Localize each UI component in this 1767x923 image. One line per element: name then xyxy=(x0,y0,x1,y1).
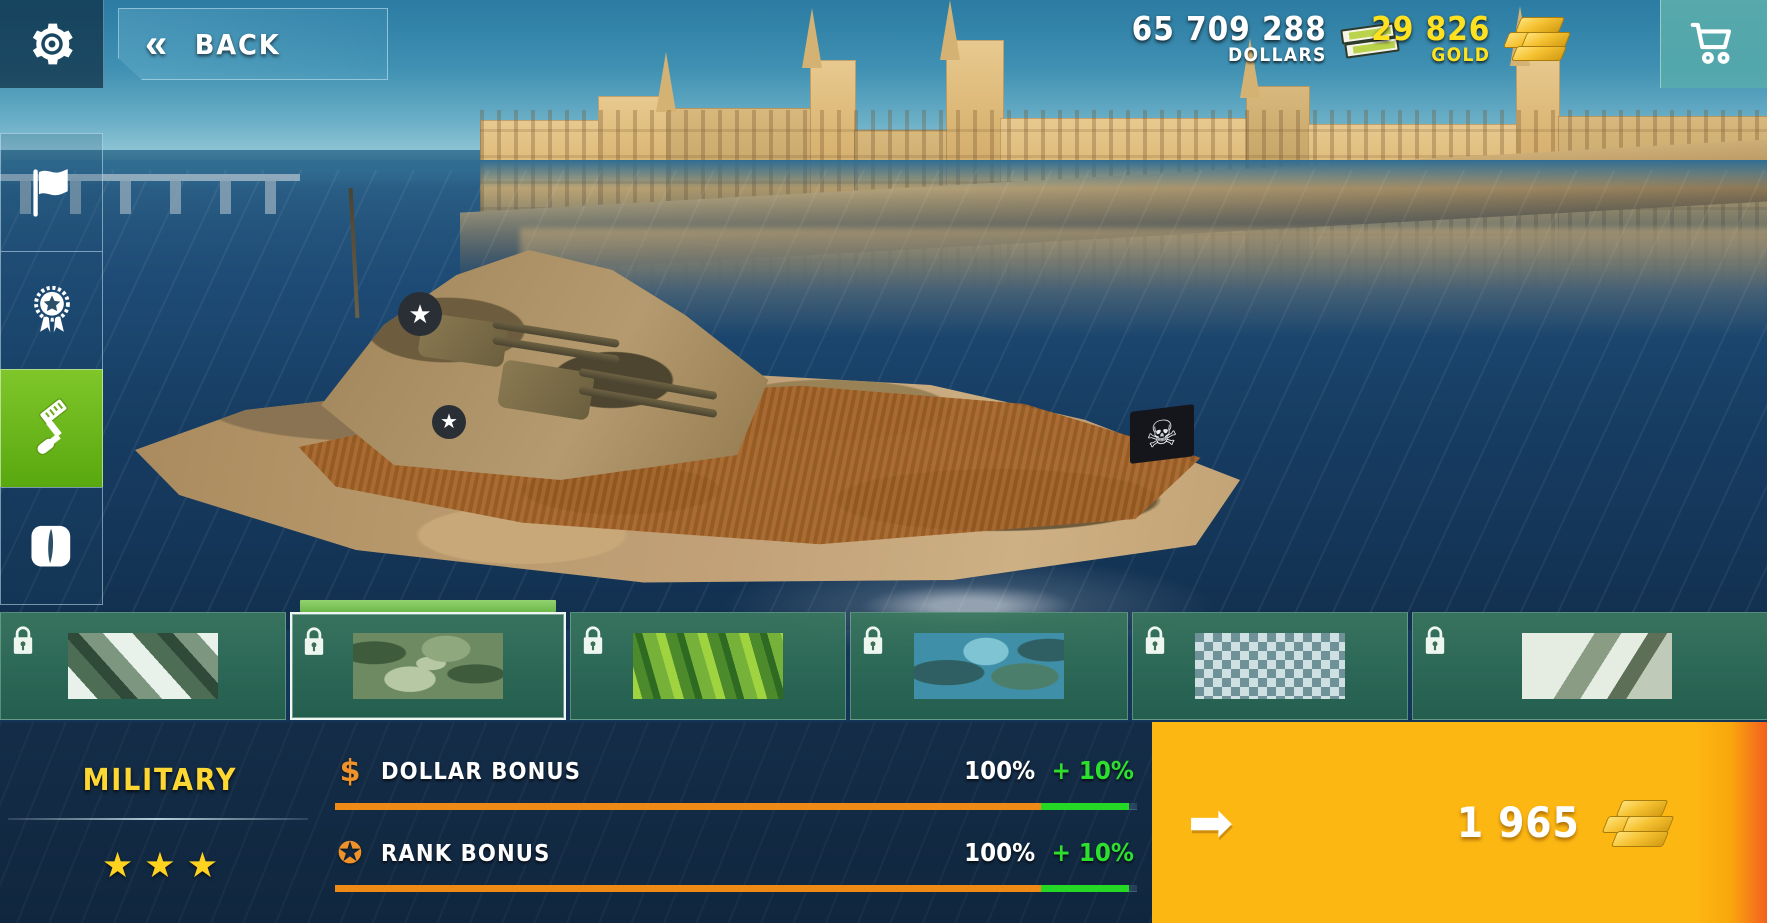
gear-icon xyxy=(32,23,73,65)
bonus-list: $ DOLLAR BONUS 100% + 10% ✪ RANK BONUS 100% + 1… xyxy=(325,722,1145,923)
dollars-label: DOLLARS xyxy=(1227,43,1327,66)
selected-camo-info: MILITARY ★ ★ ★ xyxy=(0,722,320,923)
sidebar-item-camouflage[interactable] xyxy=(0,369,103,487)
camo-swatch xyxy=(1195,633,1345,699)
rank-bonus-label: RANK BONUS xyxy=(381,840,551,867)
camo-tile-4[interactable] xyxy=(850,612,1128,720)
spire xyxy=(802,8,822,68)
ship-superstructure xyxy=(321,250,769,480)
rating-star: ★ xyxy=(101,845,134,885)
spire xyxy=(940,0,960,60)
purchase-button[interactable]: ➡ 1 965 xyxy=(1152,722,1767,923)
bonus-progress-track xyxy=(335,802,1137,810)
dollar-bonus-values: 100% + 10% xyxy=(961,756,1137,785)
camo-swatch xyxy=(68,633,218,699)
game-screen: ★ ★ « BACK 65 709 288 DOLLARS xyxy=(0,0,1767,923)
gold-label: GOLD xyxy=(1431,43,1491,66)
sidebar-item-flag[interactable] xyxy=(0,133,103,251)
camo-tile-6[interactable] xyxy=(1412,612,1767,720)
camo-swatch xyxy=(914,633,1064,699)
bonus-base-value: 100% xyxy=(964,755,1036,785)
bonus-progress-track xyxy=(335,884,1137,892)
lock-icon xyxy=(1142,624,1168,656)
ship-star-roundel: ★ xyxy=(398,292,442,336)
spire xyxy=(656,52,676,112)
gold-value: 29 826 xyxy=(1371,9,1491,48)
shopping-cart-icon xyxy=(1690,22,1732,64)
price-value: 1 965 xyxy=(1457,798,1581,847)
settings-button[interactable] xyxy=(0,0,104,88)
lock-icon xyxy=(10,624,36,656)
decal-shape-icon xyxy=(30,525,70,567)
lock-icon xyxy=(860,624,886,656)
back-button-label: BACK xyxy=(194,27,281,61)
flag-icon xyxy=(32,168,68,217)
camo-tile-1[interactable] xyxy=(0,612,286,720)
camo-name-label: MILITARY xyxy=(82,762,238,798)
bonus-extra-value: + 10% xyxy=(1051,755,1134,785)
bonus-progress-base xyxy=(335,884,1041,892)
bonus-progress-base xyxy=(335,802,1041,810)
dollar-sign-icon: $ xyxy=(339,754,361,789)
left-nav-rail xyxy=(0,133,103,605)
camo-rating-stars: ★ ★ ★ xyxy=(102,848,218,883)
chevron-left-double-icon: « xyxy=(145,22,162,66)
rating-star: ★ xyxy=(186,845,219,885)
camo-tile-5[interactable] xyxy=(1132,612,1408,720)
camo-tile-2[interactable] xyxy=(290,600,566,720)
bonus-progress-extra xyxy=(1040,884,1129,892)
bonus-extra-value: + 10% xyxy=(1051,837,1134,867)
divider xyxy=(8,818,308,820)
rank-medal-icon: ✪ xyxy=(337,836,363,871)
back-button[interactable]: « BACK xyxy=(118,8,388,80)
lock-icon xyxy=(580,624,606,656)
lock-icon xyxy=(1422,624,1448,656)
ship-mast xyxy=(348,187,360,319)
camo-swatch xyxy=(1522,633,1672,699)
rank-bonus-values: 100% + 10% xyxy=(961,838,1137,867)
camo-swatch xyxy=(353,633,503,699)
ship-hull-roundel: ★ xyxy=(432,405,466,439)
lock-icon xyxy=(301,625,327,657)
selected-indicator-bar xyxy=(300,600,556,612)
dollars-value: 65 709 288 xyxy=(1131,9,1327,48)
battleship-model: ★ ★ xyxy=(120,120,1310,690)
bottom-info-panel: MILITARY ★ ★ ★ $ DOLLAR BONUS 100% + 10% ✪ RANK… xyxy=(0,722,1767,923)
pirate-flag xyxy=(1130,404,1194,464)
price-group: 1 965 xyxy=(1450,798,1675,848)
gold-bars-icon xyxy=(1502,15,1572,63)
sidebar-item-decal[interactable] xyxy=(0,487,103,605)
camouflage-tile-strip xyxy=(0,600,1767,722)
camo-tile-3[interactable] xyxy=(570,612,846,720)
rating-star: ★ xyxy=(144,845,176,885)
sidebar-item-emblem[interactable] xyxy=(0,251,103,369)
dollar-bonus-row: $ DOLLAR BONUS 100% + 10% xyxy=(325,752,1145,816)
paint-roller-ruler-icon xyxy=(35,397,68,455)
shop-button[interactable] xyxy=(1660,0,1767,88)
dollar-bonus-label: DOLLAR BONUS xyxy=(381,758,582,785)
gold-counter[interactable]: 29 826 GOLD xyxy=(1358,12,1572,65)
arrow-right-icon: ➡ xyxy=(1188,792,1234,853)
bonus-progress-extra xyxy=(1040,802,1129,810)
camo-swatch xyxy=(633,633,783,699)
bonus-base-value: 100% xyxy=(964,837,1036,867)
gold-bars-icon xyxy=(1601,798,1675,848)
medal-rosette-icon xyxy=(33,285,70,333)
rank-bonus-row: ✪ RANK BONUS 100% + 10% xyxy=(325,834,1145,898)
